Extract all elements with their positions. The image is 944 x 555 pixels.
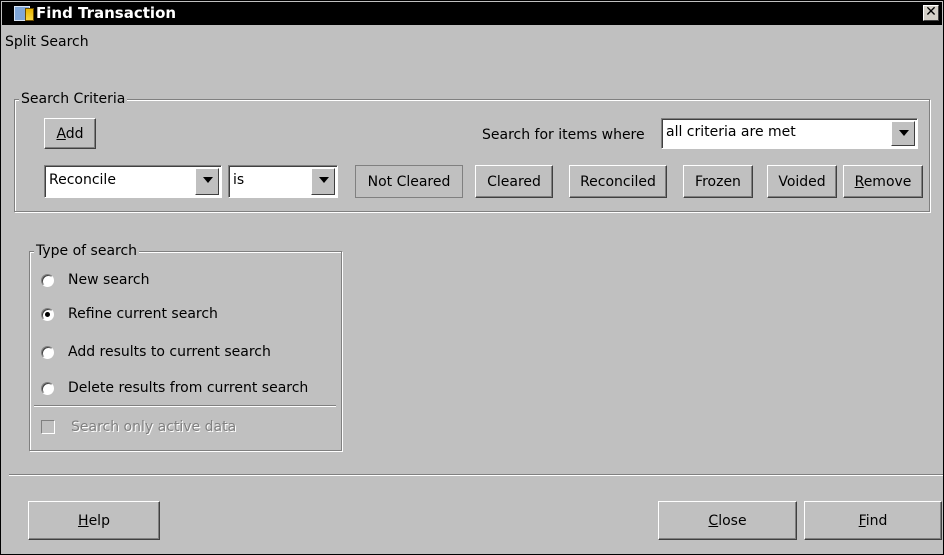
remove-criterion-button[interactable]: Remove <box>843 165 923 198</box>
help-button[interactable]: Help <box>28 501 160 540</box>
close-button[interactable]: Close <box>658 501 797 540</box>
reconciled-toggle[interactable]: Reconciled <box>569 165 667 198</box>
title-bar[interactable]: Find Transaction ✕ <box>2 2 942 25</box>
app-icon <box>14 6 34 21</box>
field-value: Reconcile <box>49 172 116 188</box>
not-cleared-toggle[interactable]: Not Cleared <box>355 165 463 198</box>
match-mode-dropdown[interactable]: all criteria are met <box>661 118 918 149</box>
window-title: Find Transaction <box>36 4 177 22</box>
radio-label: Delete results from current search <box>68 380 309 396</box>
radio-label: New search <box>68 272 150 288</box>
find-button-label: Find <box>858 512 888 529</box>
add-criterion-button[interactable]: Add <box>44 118 96 149</box>
find-transaction-window: Find Transaction ✕ Split Search Search C… <box>0 0 944 555</box>
add-button-label: Add <box>56 125 84 142</box>
chevron-down-icon[interactable] <box>891 121 915 146</box>
radio-button[interactable] <box>41 346 54 359</box>
search-for-label: Search for items where <box>482 127 645 143</box>
type-of-search-legend: Type of search <box>34 243 140 259</box>
find-button[interactable]: Find <box>804 501 942 540</box>
radio-button[interactable] <box>41 308 54 321</box>
close-window-button[interactable]: ✕ <box>923 5 939 21</box>
match-mode-value: all criteria are met <box>666 124 796 140</box>
search-only-active-checkbox <box>41 420 55 434</box>
frozen-toggle[interactable]: Frozen <box>683 165 753 198</box>
chevron-down-icon[interactable] <box>311 168 335 195</box>
voided-toggle[interactable]: Voided <box>767 165 837 198</box>
help-button-label: Help <box>78 512 110 529</box>
cleared-toggle[interactable]: Cleared <box>475 165 553 198</box>
close-icon: ✕ <box>925 4 937 20</box>
split-search-label: Split Search <box>5 34 89 50</box>
field-dropdown[interactable]: Reconcile <box>44 165 222 198</box>
operator-value: is <box>233 172 245 188</box>
close-button-label: Close <box>708 512 747 529</box>
radio-label: Add results to current search <box>68 344 271 360</box>
remove-button-label: Remove <box>854 173 912 190</box>
footer-divider <box>9 474 943 476</box>
chevron-down-icon[interactable] <box>195 168 219 195</box>
operator-dropdown[interactable]: is <box>228 165 338 198</box>
radio-button[interactable] <box>41 382 54 395</box>
search-only-active-label: Search only active data <box>71 419 237 435</box>
type-of-search-options: New search Refine current search Add res… <box>34 269 337 449</box>
type-of-search-divider <box>34 405 336 407</box>
radio-button[interactable] <box>41 274 54 287</box>
search-criteria-legend: Search Criteria <box>19 91 128 107</box>
radio-label: Refine current search <box>68 306 218 322</box>
